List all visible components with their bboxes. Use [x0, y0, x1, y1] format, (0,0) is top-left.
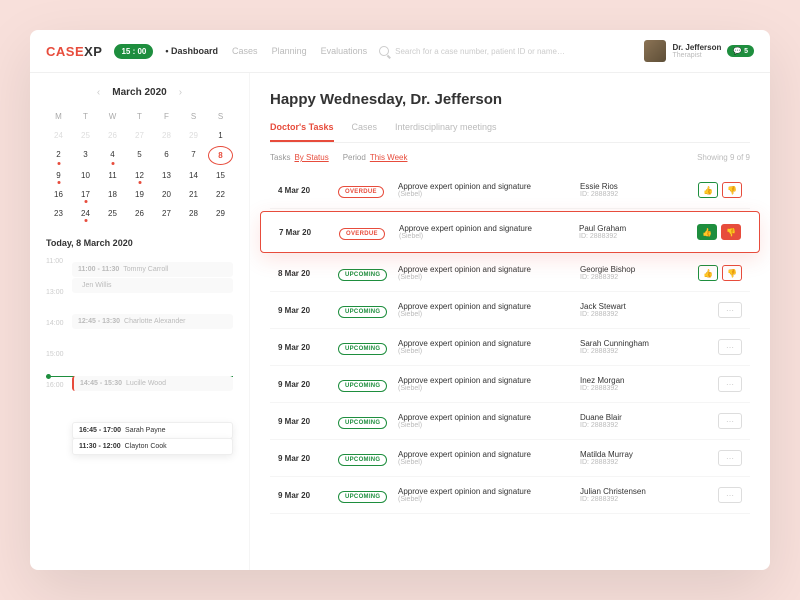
cal-day[interactable]: 18: [100, 186, 125, 203]
cal-day[interactable]: 1: [208, 127, 233, 144]
cal-next[interactable]: ›: [179, 87, 182, 98]
tab-tasks[interactable]: Doctor's Tasks: [270, 122, 334, 142]
schedule-event[interactable]: 12:45 - 13:30Charlotte Alexander: [72, 314, 233, 329]
status-badge: UPCOMING: [338, 269, 387, 281]
task-row[interactable]: 9 Mar 20UPCOMINGApprove expert opinion a…: [270, 440, 750, 477]
cal-day[interactable]: 7: [181, 146, 206, 165]
greeting: Happy Wednesday, Dr. Jefferson: [270, 91, 750, 108]
status-badge: UPCOMING: [338, 454, 387, 466]
cal-day[interactable]: 29: [181, 127, 206, 144]
cal-day[interactable]: 15: [208, 167, 233, 184]
nav-planning[interactable]: Planning: [272, 46, 307, 56]
search-icon: [379, 46, 389, 56]
nav-cases[interactable]: Cases: [232, 46, 258, 56]
action-button[interactable]: ⋯: [718, 450, 742, 466]
status-badge: OVERDUE: [338, 186, 384, 198]
action-button[interactable]: ⋯: [718, 376, 742, 392]
filter-status[interactable]: By Status: [294, 153, 328, 162]
schedule-event[interactable]: Jen Willis: [72, 278, 233, 293]
approve-button[interactable]: 👍: [698, 182, 718, 198]
cal-month: March 2020: [112, 87, 166, 98]
task-row[interactable]: 8 Mar 20UPCOMINGApprove expert opinion a…: [270, 255, 750, 292]
status-badge: UPCOMING: [338, 491, 387, 503]
cal-day[interactable]: 24: [46, 127, 71, 144]
cal-day[interactable]: 26: [100, 127, 125, 144]
cal-day[interactable]: 13: [154, 167, 179, 184]
cal-day[interactable]: 22: [208, 186, 233, 203]
avatar: [644, 40, 666, 62]
tab-cases[interactable]: Cases: [352, 122, 378, 142]
timeline: 11:0013:0014:0015:0016:0011:00 - 11:30To…: [46, 258, 233, 389]
task-row[interactable]: 7 Mar 20OVERDUEApprove expert opinion an…: [260, 211, 760, 253]
logo: CASEXP: [46, 44, 102, 59]
schedule-event[interactable]: 14:45 - 15:30Lucille Wood: [72, 376, 233, 391]
nav-dashboard[interactable]: Dashboard: [165, 46, 218, 56]
action-button[interactable]: ⋯: [718, 302, 742, 318]
filter-period[interactable]: This Week: [370, 153, 408, 162]
cal-day[interactable]: 25: [73, 127, 98, 144]
task-row[interactable]: 9 Mar 20UPCOMINGApprove expert opinion a…: [270, 366, 750, 403]
reject-button[interactable]: 👎: [722, 182, 742, 198]
approve-button[interactable]: 👍: [697, 224, 717, 240]
cal-day[interactable]: 16: [46, 186, 71, 203]
tab-meetings[interactable]: Interdisciplinary meetings: [395, 122, 497, 142]
task-row[interactable]: 9 Mar 20UPCOMINGApprove expert opinion a…: [270, 329, 750, 366]
action-button[interactable]: ⋯: [718, 339, 742, 355]
cal-day[interactable]: 19: [127, 186, 152, 203]
cal-day[interactable]: 29: [208, 205, 233, 222]
status-badge: UPCOMING: [338, 343, 387, 355]
task-row[interactable]: 9 Mar 20UPCOMINGApprove expert opinion a…: [270, 292, 750, 329]
cal-day[interactable]: 2: [46, 146, 71, 165]
schedule-event[interactable]: 11:00 - 11:30Tommy Carroll: [72, 262, 233, 277]
cal-day[interactable]: 10: [73, 167, 98, 184]
cal-day[interactable]: 28: [154, 127, 179, 144]
task-row[interactable]: 9 Mar 20UPCOMINGApprove expert opinion a…: [270, 477, 750, 514]
cal-day[interactable]: 3: [73, 146, 98, 165]
cal-day[interactable]: 26: [127, 205, 152, 222]
reject-button[interactable]: 👎: [722, 265, 742, 281]
calendar-grid: MTWTFSS242526272829123456789101112131415…: [46, 108, 233, 222]
cal-day[interactable]: 17: [73, 186, 98, 203]
cal-day[interactable]: 8: [208, 146, 233, 165]
status-badge: UPCOMING: [338, 306, 387, 318]
cal-day[interactable]: 12: [127, 167, 152, 184]
status-badge: OVERDUE: [339, 228, 385, 240]
cal-day[interactable]: 5: [127, 146, 152, 165]
cal-day[interactable]: 24: [73, 205, 98, 222]
task-row[interactable]: 9 Mar 20UPCOMINGApprove expert opinion a…: [270, 403, 750, 440]
schedule-event[interactable]: 16:45 - 17:00Sarah Payne: [72, 422, 233, 439]
search-input[interactable]: Search for a case number, patient ID or …: [379, 46, 632, 56]
time-badge: 15 : 00: [114, 44, 153, 59]
action-button[interactable]: ⋯: [718, 487, 742, 503]
nav-evaluations[interactable]: Evaluations: [321, 46, 368, 56]
cal-day[interactable]: 28: [181, 205, 206, 222]
cal-day[interactable]: 9: [46, 167, 71, 184]
today-label: Today, 8 March 2020: [46, 238, 233, 248]
main-nav: Dashboard Cases Planning Evaluations: [165, 46, 367, 56]
cal-day[interactable]: 20: [154, 186, 179, 203]
cal-day[interactable]: 23: [46, 205, 71, 222]
user-menu[interactable]: Dr. Jefferson Therapist 💬 5: [644, 40, 754, 62]
cal-day[interactable]: 27: [154, 205, 179, 222]
cal-day[interactable]: 27: [127, 127, 152, 144]
task-row[interactable]: 4 Mar 20OVERDUEApprove expert opinion an…: [270, 172, 750, 209]
cal-day[interactable]: 4: [100, 146, 125, 165]
result-count: Showing 9 of 9: [697, 153, 750, 162]
cal-day[interactable]: 21: [181, 186, 206, 203]
schedule-event[interactable]: 11:30 - 12:00Clayton Cook: [72, 438, 233, 455]
cal-prev[interactable]: ‹: [97, 87, 100, 98]
cal-day[interactable]: 6: [154, 146, 179, 165]
cal-day[interactable]: 11: [100, 167, 125, 184]
status-badge: UPCOMING: [338, 380, 387, 392]
status-badge: UPCOMING: [338, 417, 387, 429]
approve-button[interactable]: 👍: [698, 265, 718, 281]
cal-day[interactable]: 14: [181, 167, 206, 184]
reject-button[interactable]: 👎: [721, 224, 741, 240]
notification-badge[interactable]: 💬 5: [727, 45, 754, 57]
action-button[interactable]: ⋯: [718, 413, 742, 429]
cal-day[interactable]: 25: [100, 205, 125, 222]
